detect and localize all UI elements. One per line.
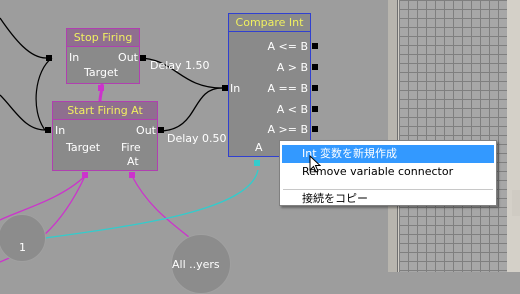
object-list-variable-label: All ..yers (172, 258, 220, 271)
link-target-left (0, 175, 86, 221)
int-variable-node[interactable] (0, 214, 46, 262)
compare-output-eq: A == B (267, 82, 309, 95)
stop-out-pin[interactable] (140, 55, 146, 61)
compare-output-lt: A < B (276, 103, 308, 116)
compare-output-ge: A >= B (267, 123, 309, 136)
start-firing-node[interactable]: Start Firing At In Out Target Fire At (52, 101, 158, 171)
wire-loop-to-stop-in (0, 17, 47, 59)
compare-eq-pin[interactable] (312, 85, 318, 91)
compare-lt-pin[interactable] (312, 106, 318, 112)
stop-firing-node[interactable]: Stop Firing In Out Target (66, 28, 140, 84)
compare-output-gt: A > B (276, 61, 308, 74)
splitter-bar[interactable] (388, 0, 398, 272)
compare-output-le: A <= B (267, 40, 309, 53)
int-variable-value: 1 (19, 241, 26, 254)
compare-ge-pin[interactable] (312, 126, 318, 132)
stop-firing-title: Stop Firing (66, 28, 140, 47)
start-target-pin[interactable] (82, 172, 88, 178)
compare-int-title: Compare Int (228, 13, 311, 32)
scrollbar-thumb[interactable] (512, 190, 520, 216)
vertical-scrollbar[interactable] (507, 0, 520, 272)
compare-a-label: A (255, 141, 263, 154)
start-out-pin[interactable] (158, 127, 164, 133)
start-delay-label: Delay 0.50 (167, 132, 227, 145)
stop-out-label: Out (118, 51, 138, 64)
compare-gt-pin[interactable] (312, 64, 318, 70)
wire-stop-in-cross (35, 57, 53, 131)
compare-in-pin[interactable] (222, 85, 228, 91)
wire-start-out-to-compare-in (158, 87, 223, 132)
stop-target-label: Target (84, 66, 119, 79)
start-in-pin[interactable] (45, 127, 51, 133)
stop-in-pin[interactable] (46, 55, 52, 61)
stop-in-label: In (69, 51, 80, 64)
compare-in-label: In (230, 82, 241, 95)
compare-le-pin[interactable] (312, 43, 318, 49)
start-at-label: At (127, 155, 139, 168)
start-target-label: Target (66, 141, 101, 154)
mouse-pointer-icon (309, 155, 321, 173)
menu-item-copy-connections[interactable]: 接続をコピー (282, 190, 494, 208)
compare-int-node[interactable]: Compare Int In A <= B A > B A == B A < B… (228, 13, 311, 157)
stop-delay-label: Delay 1.50 (150, 59, 210, 72)
start-fire-at-pin[interactable] (129, 172, 135, 178)
link-fire-at-to-players (131, 175, 196, 243)
start-firing-title: Start Firing At (52, 101, 158, 120)
compare-a-pin[interactable] (254, 160, 260, 166)
start-fire-label: Fire (121, 141, 141, 154)
stop-target-pin[interactable] (98, 85, 104, 91)
wire-loop-to-start-in (0, 94, 46, 131)
property-grid (399, 0, 507, 272)
start-in-label: In (55, 124, 66, 137)
start-out-label: Out (136, 124, 156, 137)
